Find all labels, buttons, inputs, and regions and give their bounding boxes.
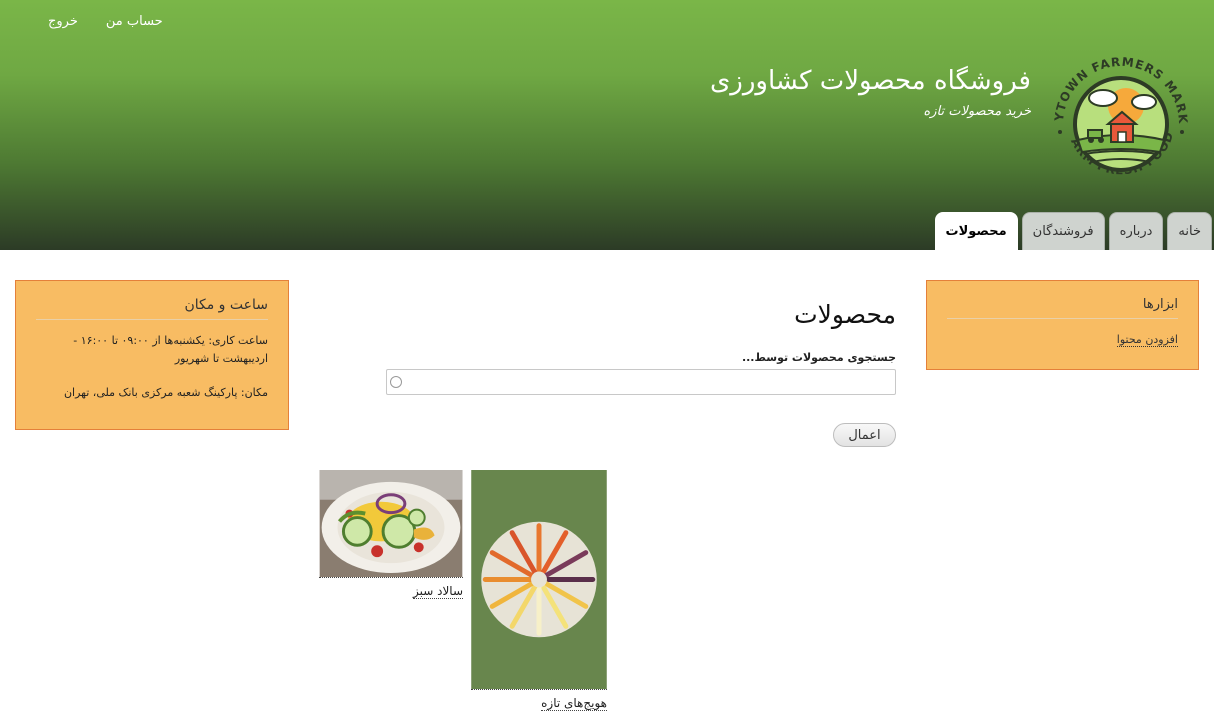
tab-vendors[interactable]: فروشندگان	[1021, 212, 1105, 250]
site-name[interactable]: فروشگاه محصولات کشاورزی	[710, 66, 1031, 96]
salad-image[interactable]	[319, 470, 463, 578]
hours-block-title: ساعت و مکان	[36, 297, 268, 320]
tools-block: ابزارها افزودن محتوا	[926, 280, 1199, 370]
product-item[interactable]: هویج‌های تازه	[471, 470, 607, 711]
tab-products[interactable]: محصولات	[934, 212, 1018, 250]
hours-location-block: ساعت و مکان ساعت کاری: یکشنبه‌ها از ۰۹:۰…	[15, 280, 289, 430]
logout-link[interactable]: خروج	[48, 14, 78, 29]
tab-home[interactable]: خانه	[1167, 212, 1212, 250]
location-text: مکان: پارکینگ شعبه مرکزی بانک ملی، تهران	[63, 386, 268, 399]
opening-hours-text: ساعت کاری: یکشنبه‌ها از ۰۹:۰۰ تا ۱۶:۰۰ -…	[73, 334, 268, 365]
search-throbber-icon	[390, 376, 402, 388]
main-content: محصولات جستجوی محصولات توسط... اعمال	[318, 290, 896, 447]
product-title-salad[interactable]: سالاد سبز	[412, 584, 463, 599]
main-menu: خانه درباره فروشندگان محصولات	[934, 212, 1212, 250]
search-label: جستجوی محصولات توسط...	[741, 351, 896, 364]
add-content-link[interactable]: افزودن محتوا	[1116, 333, 1178, 347]
site-header: حساب من خروج ANYTOWN FARMERS MARKET FARM…	[0, 0, 1214, 250]
apply-button[interactable]: اعمال	[833, 423, 896, 447]
secondary-menu: حساب من خروج	[20, 14, 163, 29]
tab-about[interactable]: درباره	[1108, 212, 1164, 250]
my-account-link[interactable]: حساب من	[106, 14, 163, 29]
site-logo[interactable]: ANYTOWN FARMERS MARKET FARM FRESH FOOD	[1042, 39, 1194, 198]
product-search-input[interactable]	[386, 369, 896, 395]
page-title: محصولات	[794, 300, 896, 329]
carrots-image[interactable]	[471, 470, 607, 690]
tools-block-title: ابزارها	[947, 297, 1178, 319]
product-title-carrots[interactable]: هویج‌های تازه	[541, 696, 607, 711]
product-item[interactable]: سالاد سبز	[319, 470, 463, 599]
site-slogan: خرید محصولات تازه	[923, 104, 1031, 119]
farmers-market-logo-icon: ANYTOWN FARMERS MARKET FARM FRESH FOOD	[1042, 39, 1190, 177]
